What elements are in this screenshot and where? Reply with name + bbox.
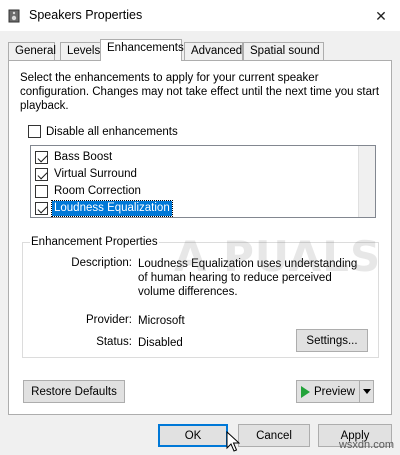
tab-enhancements[interactable]: Enhancements [100,39,184,61]
close-button[interactable]: ✕ [368,4,394,28]
preview-button[interactable]: Preview [297,381,359,402]
checkbox-bass-boost[interactable] [35,151,48,164]
checkbox[interactable] [28,125,41,138]
settings-button[interactable]: Settings... [296,329,368,352]
list-item-label: Loudness Equalization [51,200,173,217]
enhancements-description: Select the enhancements to apply for you… [20,72,380,112]
preview-label: Preview [314,385,355,398]
disable-all-checkbox[interactable]: Disable all enhancements [28,125,178,138]
play-icon [301,385,310,398]
list-item-bass-boost[interactable]: Bass Boost [35,149,114,166]
close-icon: ✕ [375,7,387,24]
ok-button[interactable]: OK [158,424,228,447]
list-item-label: Room Correction [54,185,141,197]
tab-levels[interactable]: Levels [60,42,102,61]
list-scrollbar[interactable] [358,146,375,217]
preview-dropdown-button[interactable] [359,381,373,402]
site-watermark: wsxdn.com [338,439,394,451]
tab-general[interactable]: General [8,42,56,61]
window-title: Speakers Properties [29,8,143,22]
enhancement-properties-legend: Enhancement Properties [30,236,159,248]
mouse-cursor-icon [226,431,240,452]
list-item-loudness-equalization[interactable]: Loudness Equalization [35,200,173,217]
restore-defaults-button[interactable]: Restore Defaults [23,380,125,403]
checkbox-loudness-equalization[interactable] [35,202,48,215]
status-label: Status: [96,336,132,348]
list-item-label: Virtual Surround [54,168,137,180]
checkbox-room-correction[interactable] [35,185,48,198]
list-item-virtual-surround[interactable]: Virtual Surround [35,166,139,183]
disable-all-label: Disable all enhancements [46,125,178,138]
preview-split-button[interactable]: Preview [296,380,374,403]
provider-label: Provider: [85,314,132,326]
chevron-down-icon [362,389,371,394]
description-value: Loudness Equalization uses understanding… [138,258,358,298]
list-item-label: Bass Boost [54,151,113,163]
checkbox-virtual-surround[interactable] [35,168,48,181]
speaker-icon [8,9,20,23]
tab-advanced[interactable]: Advanced [184,42,243,61]
cancel-button[interactable]: Cancel [238,424,310,447]
tab-spatial-sound[interactable]: Spatial sound [243,42,324,61]
list-item-room-correction[interactable]: Room Correction [35,183,143,200]
enhancements-list[interactable]: Bass Boost Virtual Surround Room Correct… [30,145,376,218]
provider-value: Microsoft [138,315,185,327]
title-bar: Speakers Properties ✕ [0,0,400,32]
description-label: Description: [71,257,132,269]
